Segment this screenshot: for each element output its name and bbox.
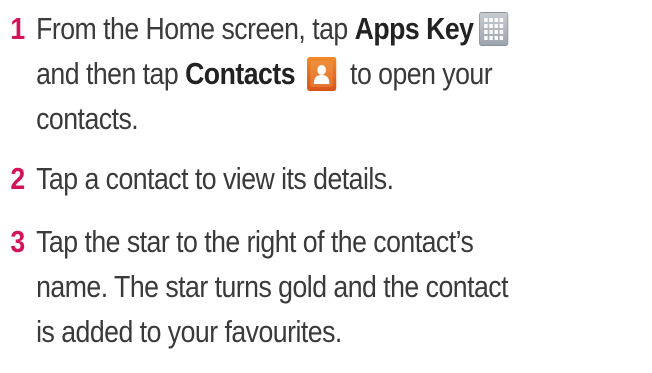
- step-text: From the Home screen, tap: [36, 11, 355, 46]
- apps-grid-icon: [478, 12, 508, 46]
- step-text: and then tap: [36, 56, 186, 91]
- step-2: 2 Tap a contact to view its details.: [0, 156, 561, 201]
- step-bold-text: Apps Key: [354, 11, 474, 46]
- step-text: Tap the star to the right of the contact…: [36, 224, 474, 259]
- step-text: to open your: [343, 56, 493, 91]
- step-text: is added to your favourites.: [36, 314, 342, 349]
- step-number: 2: [10, 161, 25, 196]
- step-3: 3 Tap the star to the right of the conta…: [0, 219, 561, 354]
- step-bold-text: Contacts: [185, 56, 296, 91]
- step-number: 1: [10, 11, 25, 46]
- step-line: is added to your favourites.: [36, 309, 561, 354]
- step-line: and then tap Contacts to open your: [36, 51, 561, 96]
- step-line: Tap a contact to view its details.: [36, 156, 561, 201]
- step-text: Tap a contact to view its details.: [36, 161, 394, 196]
- step-1: 1 From the Home screen, tap Apps Key and…: [0, 6, 561, 141]
- step-line: From the Home screen, tap Apps Key: [36, 6, 561, 51]
- step-line: Tap the star to the right of the contact…: [36, 219, 561, 264]
- contacts-person-icon: [307, 57, 337, 91]
- step-number: 3: [10, 224, 25, 259]
- instruction-steps: 1 From the Home screen, tap Apps Key and…: [0, 0, 652, 354]
- step-line: contacts.: [36, 96, 561, 141]
- step-text: name. The star turns gold and the contac…: [36, 269, 508, 304]
- step-text: contacts.: [36, 101, 139, 136]
- step-line: name. The star turns gold and the contac…: [36, 264, 561, 309]
